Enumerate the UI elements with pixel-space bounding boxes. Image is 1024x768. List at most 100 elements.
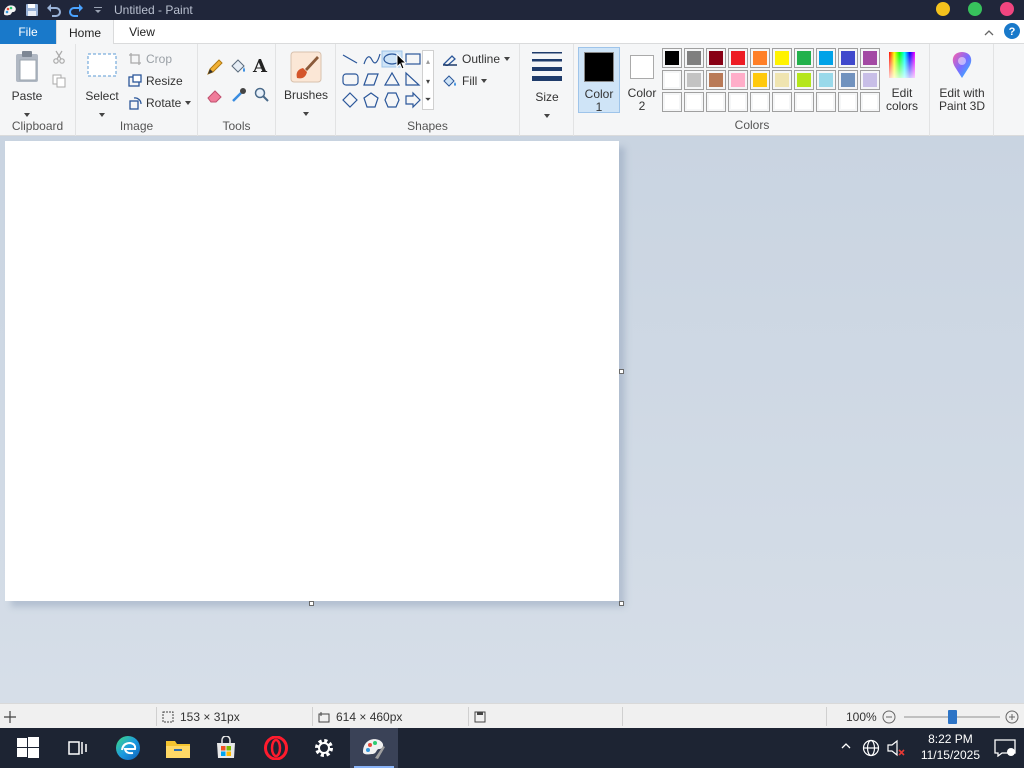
tab-view[interactable]: View bbox=[118, 20, 166, 44]
palette-color-swatch[interactable] bbox=[662, 48, 682, 68]
color2-button[interactable]: Color 2 bbox=[622, 47, 662, 113]
task-view-icon[interactable] bbox=[54, 728, 102, 768]
palette-color-swatch[interactable] bbox=[706, 70, 726, 90]
palette-color-swatch[interactable] bbox=[794, 70, 814, 90]
zoom-in-icon[interactable] bbox=[1005, 710, 1019, 727]
shape-diamond[interactable] bbox=[342, 92, 358, 108]
save-icon[interactable] bbox=[24, 2, 40, 18]
palette-custom-slot[interactable] bbox=[750, 92, 770, 112]
shape-rectangle[interactable] bbox=[405, 53, 421, 65]
magnifier-icon[interactable] bbox=[253, 86, 271, 107]
system-clock[interactable]: 8:22 PM 11/15/2025 bbox=[921, 731, 980, 763]
copy-icon[interactable] bbox=[52, 74, 66, 91]
select-button[interactable]: Select bbox=[82, 50, 122, 120]
opera-browser-icon[interactable] bbox=[252, 728, 300, 768]
resize-button[interactable]: Resize bbox=[128, 74, 183, 88]
palette-color-swatch[interactable] bbox=[860, 70, 880, 90]
palette-color-swatch[interactable] bbox=[794, 48, 814, 68]
shape-triangle[interactable] bbox=[383, 71, 401, 86]
shape-rounded-rectangle[interactable] bbox=[342, 73, 359, 86]
pencil-icon[interactable] bbox=[206, 58, 224, 79]
edge-browser-icon[interactable] bbox=[104, 728, 152, 768]
palette-custom-slot[interactable] bbox=[684, 92, 704, 112]
shape-curve[interactable] bbox=[363, 53, 381, 65]
collapse-ribbon-icon[interactable] bbox=[984, 26, 994, 40]
shapes-scroll-up-icon[interactable]: ▴ bbox=[423, 51, 433, 71]
customize-toolbar-icon[interactable] bbox=[90, 2, 106, 18]
shape-pentagon[interactable] bbox=[363, 92, 379, 108]
undo-icon[interactable] bbox=[46, 2, 62, 18]
eraser-icon[interactable] bbox=[206, 86, 224, 107]
maximize-button[interactable] bbox=[968, 2, 982, 16]
edit-with-paint3d-button[interactable]: Edit with Paint 3D bbox=[932, 50, 992, 113]
crop-button[interactable]: Crop bbox=[128, 52, 172, 66]
tab-home[interactable]: Home bbox=[56, 20, 114, 45]
palette-color-swatch[interactable] bbox=[706, 48, 726, 68]
zoom-slider-thumb[interactable] bbox=[948, 710, 957, 724]
color1-button[interactable]: Color 1 bbox=[578, 47, 620, 114]
shape-line[interactable] bbox=[342, 54, 358, 64]
paint-app-icon[interactable] bbox=[2, 2, 18, 18]
edit-colors-button[interactable]: Edit colors bbox=[882, 50, 922, 113]
palette-color-swatch[interactable] bbox=[728, 70, 748, 90]
fill-button[interactable]: Fill bbox=[442, 74, 488, 88]
palette-color-swatch[interactable] bbox=[728, 48, 748, 68]
zoom-out-icon[interactable] bbox=[882, 710, 896, 727]
palette-custom-slot[interactable] bbox=[728, 92, 748, 112]
settings-gear-icon[interactable] bbox=[300, 728, 348, 768]
palette-color-swatch[interactable] bbox=[772, 70, 792, 90]
palette-color-swatch[interactable] bbox=[860, 48, 880, 68]
palette-color-swatch[interactable] bbox=[684, 48, 704, 68]
palette-color-swatch[interactable] bbox=[772, 48, 792, 68]
palette-custom-slot[interactable] bbox=[816, 92, 836, 112]
shapes-scroll-down-icon[interactable]: ▾ bbox=[423, 71, 433, 91]
zoom-slider[interactable] bbox=[904, 710, 1000, 724]
palette-color-swatch[interactable] bbox=[662, 70, 682, 90]
shape-right-triangle[interactable] bbox=[405, 71, 421, 86]
drawing-canvas[interactable] bbox=[5, 141, 619, 601]
file-explorer-icon[interactable] bbox=[154, 728, 202, 768]
palette-custom-slot[interactable] bbox=[794, 92, 814, 112]
color-picker-icon[interactable] bbox=[230, 86, 248, 107]
rotate-button[interactable]: Rotate bbox=[128, 96, 192, 110]
shape-polygon[interactable] bbox=[363, 73, 379, 86]
resize-handle-bottom[interactable] bbox=[309, 601, 314, 606]
minimize-button[interactable] bbox=[936, 2, 950, 16]
brushes-button[interactable]: Brushes bbox=[280, 50, 332, 119]
network-globe-icon[interactable] bbox=[862, 739, 880, 760]
palette-color-swatch[interactable] bbox=[684, 70, 704, 90]
redo-icon[interactable] bbox=[68, 2, 84, 18]
windows-start-icon[interactable] bbox=[4, 728, 52, 768]
shape-hexagon[interactable] bbox=[384, 92, 400, 108]
size-button[interactable]: Size bbox=[524, 50, 570, 121]
paste-button[interactable]: Paste bbox=[6, 50, 48, 120]
close-button[interactable] bbox=[1000, 2, 1014, 16]
outline-button[interactable]: Outline bbox=[442, 52, 511, 66]
palette-color-swatch[interactable] bbox=[750, 70, 770, 90]
palette-custom-slot[interactable] bbox=[706, 92, 726, 112]
paint-taskbar-icon[interactable] bbox=[350, 728, 398, 768]
palette-color-swatch[interactable] bbox=[816, 70, 836, 90]
text-tool-icon[interactable]: A bbox=[253, 56, 267, 77]
palette-custom-slot[interactable] bbox=[838, 92, 858, 112]
microsoft-store-icon[interactable] bbox=[202, 728, 250, 768]
show-hidden-icons-chevron[interactable] bbox=[840, 740, 852, 755]
palette-color-swatch[interactable] bbox=[816, 48, 836, 68]
palette-custom-slot[interactable] bbox=[772, 92, 792, 112]
palette-custom-slot[interactable] bbox=[662, 92, 682, 112]
volume-muted-icon[interactable] bbox=[886, 739, 906, 760]
tab-file[interactable]: File bbox=[0, 20, 56, 44]
fill-bucket-icon[interactable] bbox=[229, 58, 247, 79]
resize-handle-right[interactable] bbox=[619, 369, 624, 374]
palette-color-swatch[interactable] bbox=[838, 48, 858, 68]
shape-right-arrow[interactable] bbox=[405, 91, 421, 109]
resize-handle-corner[interactable] bbox=[619, 601, 624, 606]
shapes-expand-icon[interactable]: ⏷ bbox=[423, 91, 433, 109]
help-icon[interactable]: ? bbox=[1004, 23, 1020, 42]
shapes-scrollbar[interactable]: ▴ ▾ ⏷ bbox=[422, 50, 434, 110]
palette-color-swatch[interactable] bbox=[750, 48, 770, 68]
palette-custom-slot[interactable] bbox=[860, 92, 880, 112]
cut-icon[interactable] bbox=[52, 50, 66, 67]
palette-color-swatch[interactable] bbox=[838, 70, 858, 90]
notifications-icon[interactable] bbox=[994, 739, 1016, 760]
